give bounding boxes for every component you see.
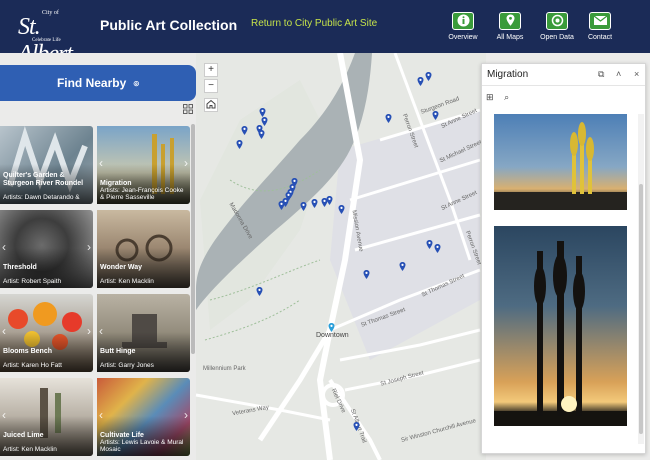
card-artists: Artist: Robert Spaith [3,278,62,285]
card-artists: Artist: Ken Macklin [3,446,57,453]
art-location-pin[interactable] [434,244,441,253]
art-gallery: Quilter's Garden & Sturgeon River Rounde… [0,124,196,460]
art-location-pin[interactable] [241,126,248,135]
art-location-pin[interactable] [353,422,360,431]
details-panel-title: Migration [487,69,529,80]
art-location-pin[interactable] [326,196,333,205]
location-pin-icon: ⌾ [133,79,140,89]
card-title: Juiced Lime [3,432,44,439]
open-data-icon [546,12,568,30]
art-location-pin[interactable] [300,202,307,211]
artwork-photo-2[interactable] [494,226,627,426]
city-logo[interactable]: City of St. Albert Celebrate Life [16,8,73,67]
contact-label: Contact [587,34,613,41]
card-blooms-bench[interactable]: ‹ › Blooms Bench Artist: Karen Ho Fatt [0,294,93,372]
details-toolbar: ⊞ ⌕ [486,92,509,103]
open-data-button[interactable]: Open Data [537,12,577,44]
art-location-pin[interactable] [425,72,432,81]
art-location-pin[interactable] [417,77,424,86]
chevron-left-icon[interactable]: ‹ [2,324,6,338]
photo-content [494,122,627,210]
art-location-pin[interactable] [236,140,243,149]
card-artists: Artists: Dawn Detarando & [3,194,80,201]
card-title: Quilter's Garden & Sturgeon River Rounde… [3,172,84,187]
art-location-pin[interactable] [256,287,263,296]
art-location-pin[interactable] [426,240,433,249]
zoom-in-button[interactable]: + [204,63,218,77]
card-migration[interactable]: ‹ › Migration Artists: Jean-François Coo… [97,126,190,204]
details-panel: Migration ⧉ ˄ × ⊞ ⌕ [481,63,646,454]
card-artists: Artist: Garry Jones [100,362,154,369]
all-maps-label: All Maps [496,34,524,41]
chevron-left-icon[interactable]: ‹ [99,156,103,170]
map-pin-icon [499,12,521,30]
card-artists: Artists: Jean-François Cooke & Pierre Sa… [100,187,184,201]
card-title: Blooms Bench [3,348,53,355]
artwork-photo-1[interactable] [494,114,627,210]
art-location-pin[interactable] [385,114,392,123]
all-maps-button[interactable]: All Maps [490,12,530,44]
find-nearby-button[interactable]: Find Nearby ⌾ [0,65,196,101]
card-title: Wonder Way [100,264,143,271]
art-location-pin[interactable] [311,199,318,208]
details-scrollbar-thumb[interactable] [639,184,643,434]
overview-label: Overview [448,34,478,41]
art-location-pin[interactable] [432,111,439,120]
chevron-right-icon[interactable]: › [87,240,91,254]
card-artists: Artists: Lewis Lavoie & Mural Mosaic [100,439,184,453]
art-location-pin[interactable] [258,130,265,139]
chevron-up-icon[interactable]: ˄ [616,69,621,79]
find-nearby-label: Find Nearby [56,76,127,90]
art-location-pin[interactable] [363,270,370,279]
zoom-out-button[interactable]: − [204,79,218,93]
open-data-label: Open Data [540,34,574,41]
envelope-icon [589,12,611,30]
art-location-pin[interactable] [328,323,335,332]
chevron-left-icon[interactable]: ‹ [2,240,6,254]
art-location-pin[interactable] [399,262,406,271]
overview-button[interactable]: Overview [443,12,483,44]
return-link[interactable]: Return to City Public Art Site [251,18,377,29]
home-icon [206,99,216,109]
card-title: Butt Hinge [100,348,136,355]
close-icon[interactable]: × [634,69,639,79]
home-button[interactable] [204,98,218,112]
art-location-pin[interactable] [338,205,345,214]
chevron-left-icon[interactable]: ‹ [99,324,103,338]
card-cultivate-life[interactable]: ‹ › Cultivate Life Artists: Lewis Lavoie… [97,378,190,456]
details-panel-header: Migration ⧉ ˄ × [482,64,645,86]
grid-view-icon[interactable]: ⊞ [486,92,494,102]
card-quilters-garden[interactable]: Quilter's Garden & Sturgeon River Rounde… [0,126,93,204]
card-title: Threshold [3,264,37,271]
app-title: Public Art Collection [100,17,238,33]
card-artists: Artist: Karen Ho Fatt [3,362,62,369]
contact-button[interactable]: Contact [580,12,620,44]
chevron-right-icon[interactable]: › [87,324,91,338]
art-location-pin[interactable] [278,201,285,210]
chevron-right-icon[interactable]: › [184,408,188,422]
map-label-millennium-park: Millennium Park [203,366,246,372]
info-icon [452,12,474,30]
card-juiced-lime[interactable]: ‹ Juiced Lime Artist: Ken Macklin [0,378,93,456]
card-wonder-way[interactable]: Wonder Way Artist: Ken Macklin [97,210,190,288]
art-location-pin[interactable] [259,108,266,117]
chevron-left-icon[interactable]: ‹ [99,408,103,422]
chevron-left-icon[interactable]: ‹ [2,408,6,422]
app-header: City of St. Albert Celebrate Life Public… [0,0,650,67]
grid-view-icon[interactable] [183,104,193,114]
card-threshold[interactable]: ‹ › Threshold Artist: Robert Spaith [0,210,93,288]
card-artists: Artist: Ken Macklin [100,278,154,285]
logo-tagline: Celebrate Life [32,38,61,43]
dock-icon[interactable]: ⧉ [598,69,604,80]
gallery-scrollbar[interactable] [191,124,195,354]
photo-content [494,241,627,426]
card-butt-hinge[interactable]: ‹ Butt Hinge Artist: Garry Jones [97,294,190,372]
chevron-right-icon[interactable]: › [184,156,188,170]
zoom-to-icon[interactable]: ⌕ [504,92,509,102]
map-label-downtown: Downtown [316,332,349,339]
